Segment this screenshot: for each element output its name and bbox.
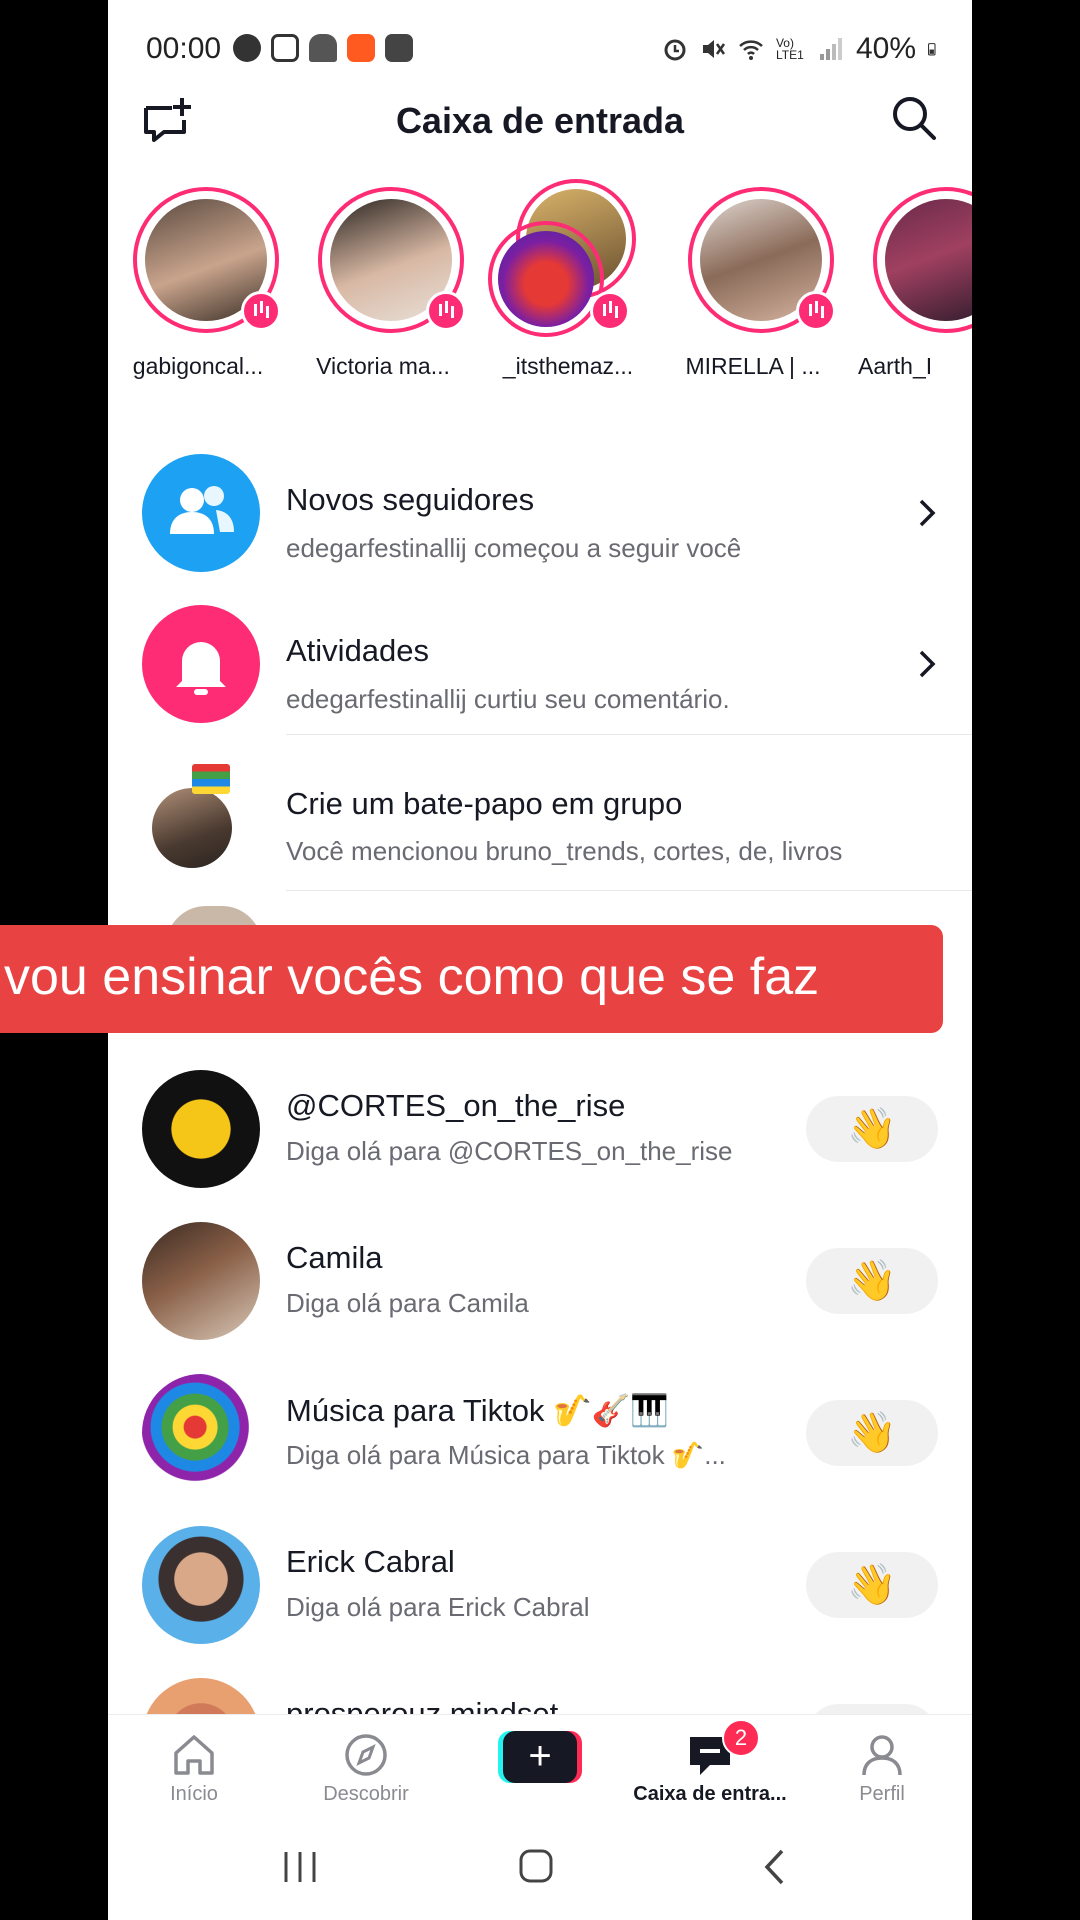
page-title: Caixa de entrada bbox=[395, 100, 685, 141]
chat-notification-icon bbox=[233, 34, 261, 62]
nav-profile[interactable]: Perfil bbox=[796, 1715, 968, 1811]
home-icon bbox=[174, 1735, 214, 1775]
chevron-right-icon bbox=[919, 650, 936, 678]
avatar bbox=[152, 788, 232, 868]
row-subtitle: Você mencionou bruno_trends, cortes, de,… bbox=[286, 836, 843, 866]
row-title: Atividades bbox=[286, 633, 430, 668]
followers-icon bbox=[142, 454, 260, 572]
chevron-right-icon bbox=[919, 499, 936, 527]
recent-apps-icon[interactable] bbox=[280, 1850, 320, 1884]
story-ring bbox=[873, 187, 972, 333]
row-subtitle: Diga olá para Música para Tiktok 🎷... bbox=[286, 1440, 726, 1470]
system-nav-bar bbox=[108, 1810, 972, 1920]
bell-icon bbox=[142, 605, 260, 723]
group-chat-row[interactable]: Crie um bate-papo em grupo Você menciono… bbox=[108, 738, 972, 891]
live-badge-icon bbox=[241, 291, 281, 331]
live-stories-row: gabigoncal... Victoria ma... _itsthemaz.… bbox=[108, 179, 972, 385]
story-name: gabigoncal... bbox=[132, 353, 264, 379]
nav-home[interactable]: Início bbox=[108, 1715, 280, 1811]
avatar bbox=[885, 199, 972, 321]
live-badge-icon bbox=[426, 291, 466, 331]
live-badge-icon bbox=[796, 291, 836, 331]
row-title: Música para Tiktok 🎷🎸🎹 bbox=[286, 1393, 669, 1428]
books-icon bbox=[192, 764, 230, 794]
instagram-icon bbox=[271, 34, 299, 62]
mute-icon bbox=[702, 40, 725, 58]
row-title: Crie um bate-papo em grupo bbox=[286, 786, 683, 821]
notification-icons bbox=[233, 34, 413, 62]
avatar bbox=[142, 1070, 260, 1188]
nav-label: Início bbox=[170, 1783, 218, 1805]
compass-icon bbox=[345, 1734, 387, 1776]
nav-label: Perfil bbox=[859, 1783, 905, 1805]
avatar bbox=[498, 231, 594, 327]
story-ring bbox=[488, 221, 604, 337]
nav-label: Descobrir bbox=[323, 1783, 409, 1805]
row-subtitle: Diga olá para @CORTES_on_the_rise bbox=[286, 1136, 733, 1166]
row-subtitle: Diga olá para Camila bbox=[286, 1288, 529, 1318]
h-app-icon bbox=[347, 34, 375, 62]
bottom-nav: Início Descobrir + Caixa de entra... 2 P… bbox=[108, 1714, 972, 1811]
wave-button[interactable]: 👋 bbox=[806, 1552, 938, 1618]
wave-button[interactable]: 👋 bbox=[806, 1096, 938, 1162]
signal-icon bbox=[819, 38, 842, 60]
row-title: @CORTES_on_the_rise bbox=[286, 1088, 626, 1123]
row-title: Camila bbox=[286, 1240, 383, 1275]
suggestion-row[interactable]: Música para Tiktok 🎷🎸🎹 Diga olá para Mús… bbox=[108, 1344, 972, 1496]
story-name: _itsthemaz... bbox=[502, 353, 634, 379]
create-button[interactable]: + bbox=[498, 1731, 582, 1783]
activities-row[interactable]: Atividades edegarfestinallij curtiu seu … bbox=[108, 587, 972, 739]
network-label: Vo) LTE1 bbox=[775, 36, 804, 62]
profile-icon bbox=[862, 1735, 902, 1776]
back-icon[interactable] bbox=[762, 1848, 788, 1886]
live-badge-icon bbox=[590, 291, 630, 331]
avatar bbox=[142, 1526, 260, 1644]
group-avatar bbox=[142, 764, 238, 868]
row-subtitle: edegarfestinallij curtiu seu comentário. bbox=[286, 684, 730, 714]
plus-icon: + bbox=[503, 1731, 577, 1783]
battery-percent: 40% bbox=[855, 32, 916, 65]
avatar bbox=[142, 1374, 260, 1492]
status-right: Vo) LTE1 40% bbox=[662, 32, 942, 66]
story-name: Aarth_I bbox=[858, 353, 933, 379]
story-name: MIRELLA | ... bbox=[685, 353, 821, 379]
status-bar: 00:00 Vo) LTE1 40% bbox=[108, 0, 972, 90]
caption-text: vou ensinar vocês como que se faz bbox=[4, 948, 820, 1006]
screen-record-icon bbox=[385, 34, 413, 62]
inbox-badge: 2 bbox=[722, 1719, 760, 1757]
wave-button[interactable]: 👋 bbox=[806, 1248, 938, 1314]
divider bbox=[286, 890, 972, 891]
nav-discover[interactable]: Descobrir bbox=[280, 1715, 452, 1811]
home-button-icon[interactable] bbox=[518, 1848, 554, 1884]
inbox-header: Caixa de entrada bbox=[108, 90, 972, 170]
wave-button[interactable]: 👋 bbox=[806, 1400, 938, 1466]
suggestion-row[interactable]: Erick Cabral Diga olá para Erick Cabral … bbox=[108, 1496, 972, 1648]
story-name: Victoria ma... bbox=[316, 353, 450, 379]
status-time: 00:00 bbox=[146, 32, 222, 65]
suggestion-row[interactable]: @CORTES_on_the_rise Diga olá para @CORTE… bbox=[108, 1040, 972, 1192]
app-notification-icon bbox=[309, 34, 337, 62]
alarm-icon bbox=[664, 39, 686, 61]
avatar bbox=[142, 1222, 260, 1340]
search-icon[interactable] bbox=[890, 94, 938, 142]
row-subtitle: edegarfestinallij começou a seguir você bbox=[286, 533, 742, 563]
suggestion-row[interactable]: Camila Diga olá para Camila 👋 bbox=[108, 1192, 972, 1344]
new-followers-row[interactable]: Novos seguidores edegarfestinallij começ… bbox=[108, 436, 972, 588]
battery-icon bbox=[928, 43, 936, 56]
nav-label: Caixa de entra... bbox=[633, 1783, 787, 1805]
divider bbox=[286, 734, 972, 735]
nav-inbox[interactable]: Caixa de entra... bbox=[624, 1715, 796, 1811]
row-subtitle: Diga olá para Erick Cabral bbox=[286, 1592, 590, 1622]
row-title: Novos seguidores bbox=[286, 482, 535, 517]
video-caption: vou ensinar vocês como que se faz bbox=[0, 925, 943, 1033]
wifi-icon bbox=[739, 40, 763, 60]
row-title: Erick Cabral bbox=[286, 1544, 455, 1579]
